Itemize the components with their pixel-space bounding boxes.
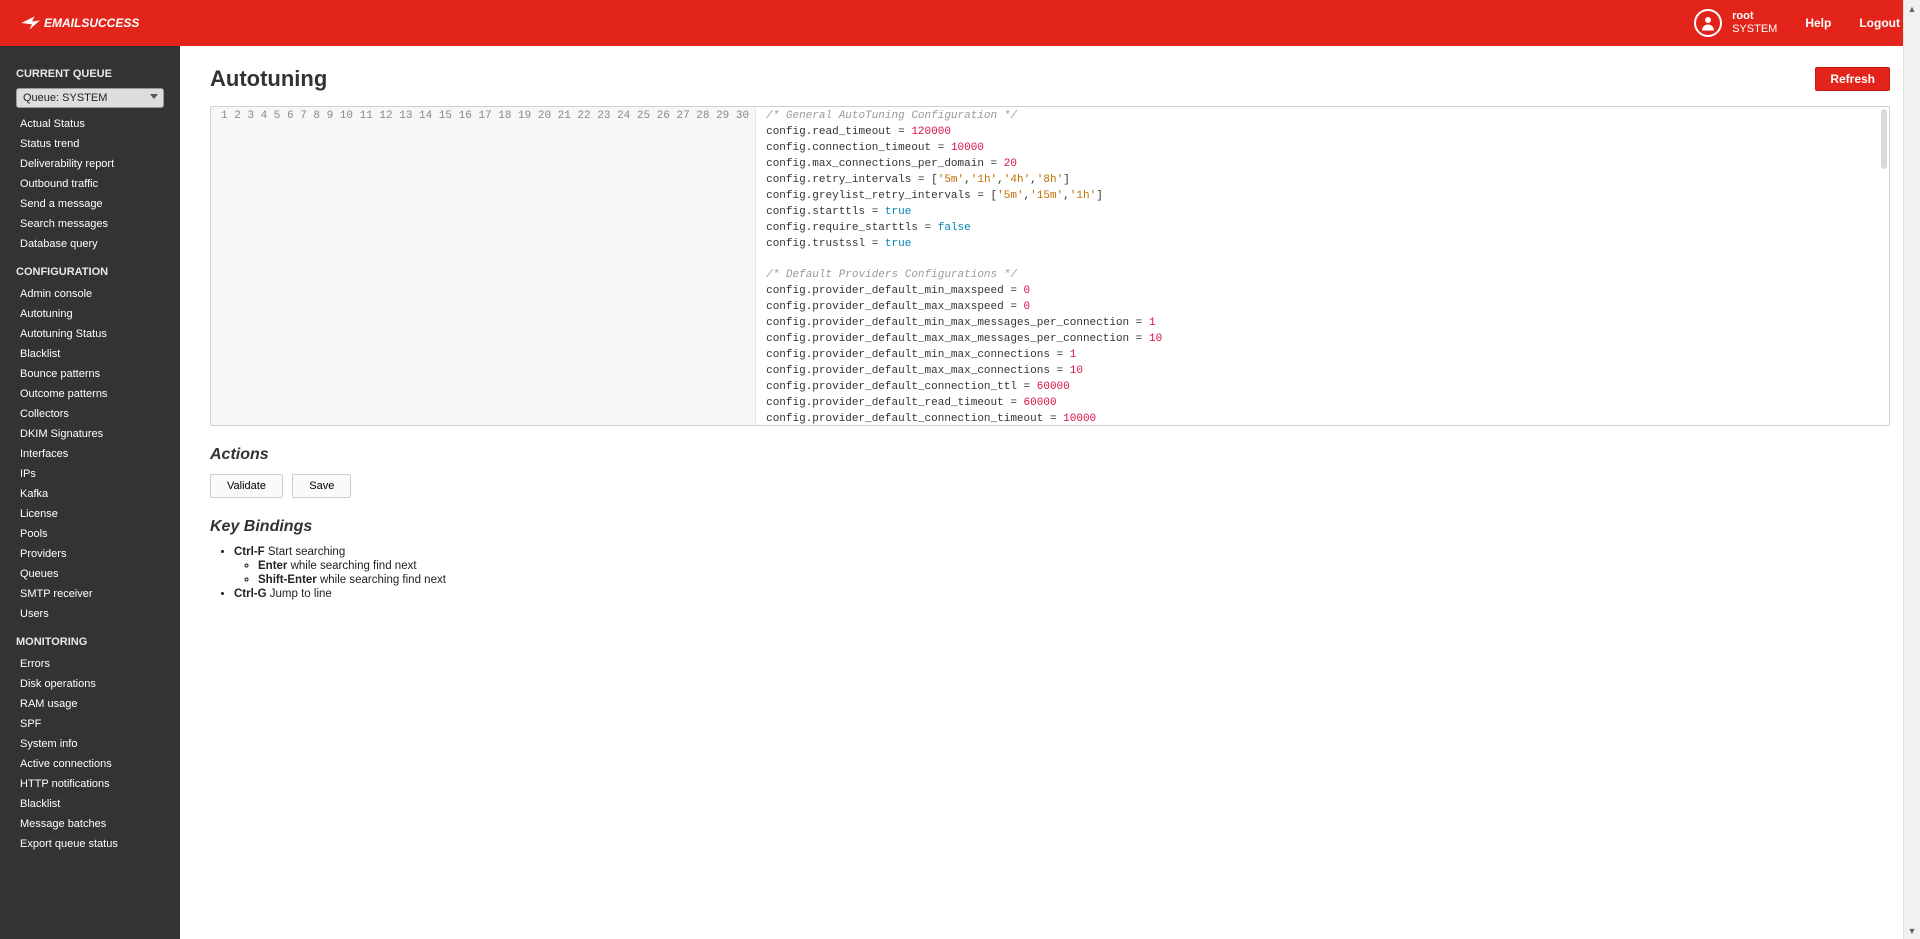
sidebar-item[interactable]: Pools xyxy=(0,524,180,544)
user-block[interactable]: root SYSTEM xyxy=(1694,9,1777,37)
sidebar: CURRENT QUEUEQueue: SYSTEMActual StatusS… xyxy=(0,46,180,939)
sidebar-section-title: CONFIGURATION xyxy=(0,254,180,284)
user-sub: SYSTEM xyxy=(1732,23,1777,36)
sidebar-item[interactable]: HTTP notifications xyxy=(0,774,180,794)
sidebar-item[interactable]: Bounce patterns xyxy=(0,364,180,384)
brand-logo: EMAILSUCCESS xyxy=(20,13,220,33)
save-button[interactable]: Save xyxy=(292,474,351,498)
sidebar-item[interactable]: License xyxy=(0,504,180,524)
help-link[interactable]: Help xyxy=(1805,16,1831,30)
sidebar-item[interactable]: Deliverability report xyxy=(0,154,180,174)
sidebar-item[interactable]: RAM usage xyxy=(0,694,180,714)
sidebar-item[interactable]: SMTP receiver xyxy=(0,584,180,604)
sidebar-item[interactable]: Search messages xyxy=(0,214,180,234)
sidebar-item[interactable]: Autotuning Status xyxy=(0,324,180,344)
keybindings-list: Ctrl-F Start searching Enter while searc… xyxy=(210,546,1890,600)
validate-button[interactable]: Validate xyxy=(210,474,283,498)
sidebar-item[interactable]: Actual Status xyxy=(0,114,180,134)
app-header: EMAILSUCCESS root SYSTEM Help Logout xyxy=(0,0,1920,46)
scroll-down-icon[interactable]: ▼ xyxy=(1904,922,1920,939)
sidebar-item[interactable]: Errors xyxy=(0,654,180,674)
avatar-icon xyxy=(1694,9,1722,37)
editor-gutter: 1 2 3 4 5 6 7 8 9 10 11 12 13 14 15 16 1… xyxy=(211,107,756,425)
sidebar-item[interactable]: IPs xyxy=(0,464,180,484)
keybindings-heading: Key Bindings xyxy=(210,518,1890,536)
code-editor[interactable]: 1 2 3 4 5 6 7 8 9 10 11 12 13 14 15 16 1… xyxy=(210,106,1890,426)
sidebar-item[interactable]: Kafka xyxy=(0,484,180,504)
sidebar-item[interactable]: Outcome patterns xyxy=(0,384,180,404)
sidebar-item[interactable]: Status trend xyxy=(0,134,180,154)
sidebar-item[interactable]: Active connections xyxy=(0,754,180,774)
sidebar-item[interactable]: Admin console xyxy=(0,284,180,304)
sidebar-item[interactable]: SPF xyxy=(0,714,180,734)
sidebar-section-title: MONITORING xyxy=(0,624,180,654)
sidebar-item[interactable]: Disk operations xyxy=(0,674,180,694)
sidebar-item[interactable]: Interfaces xyxy=(0,444,180,464)
sidebar-item[interactable]: Queues xyxy=(0,564,180,584)
sidebar-item[interactable]: Blacklist xyxy=(0,794,180,814)
main-content: Autotuning Refresh 1 2 3 4 5 6 7 8 9 10 … xyxy=(180,46,1920,939)
actions-heading: Actions xyxy=(210,446,1890,464)
sidebar-item[interactable]: Database query xyxy=(0,234,180,254)
brand-text: EMAILSUCCESS xyxy=(44,16,139,30)
sidebar-section-title: CURRENT QUEUE xyxy=(0,56,180,86)
sidebar-item[interactable]: System info xyxy=(0,734,180,754)
sidebar-item[interactable]: Message batches xyxy=(0,814,180,834)
sidebar-item[interactable]: Send a message xyxy=(0,194,180,214)
sidebar-item[interactable]: DKIM Signatures xyxy=(0,424,180,444)
user-name: root xyxy=(1732,10,1777,23)
refresh-button[interactable]: Refresh xyxy=(1815,67,1890,91)
sidebar-item[interactable]: Autotuning xyxy=(0,304,180,324)
editor-code[interactable]: /* General AutoTuning Configuration */ c… xyxy=(756,107,1889,425)
sidebar-item[interactable]: Outbound traffic xyxy=(0,174,180,194)
editor-scrollbar[interactable] xyxy=(1881,109,1887,169)
logout-link[interactable]: Logout xyxy=(1859,16,1900,30)
sidebar-item[interactable]: Collectors xyxy=(0,404,180,424)
sidebar-item[interactable]: Blacklist xyxy=(0,344,180,364)
page-scrollbar[interactable]: ▲ ▼ xyxy=(1903,0,1920,939)
sidebar-item[interactable]: Export queue status xyxy=(0,834,180,854)
scroll-up-icon[interactable]: ▲ xyxy=(1904,0,1920,17)
sidebar-item[interactable]: Providers xyxy=(0,544,180,564)
page-title: Autotuning xyxy=(210,66,327,92)
sidebar-item[interactable]: Users xyxy=(0,604,180,624)
queue-select[interactable]: Queue: SYSTEM xyxy=(16,88,164,108)
